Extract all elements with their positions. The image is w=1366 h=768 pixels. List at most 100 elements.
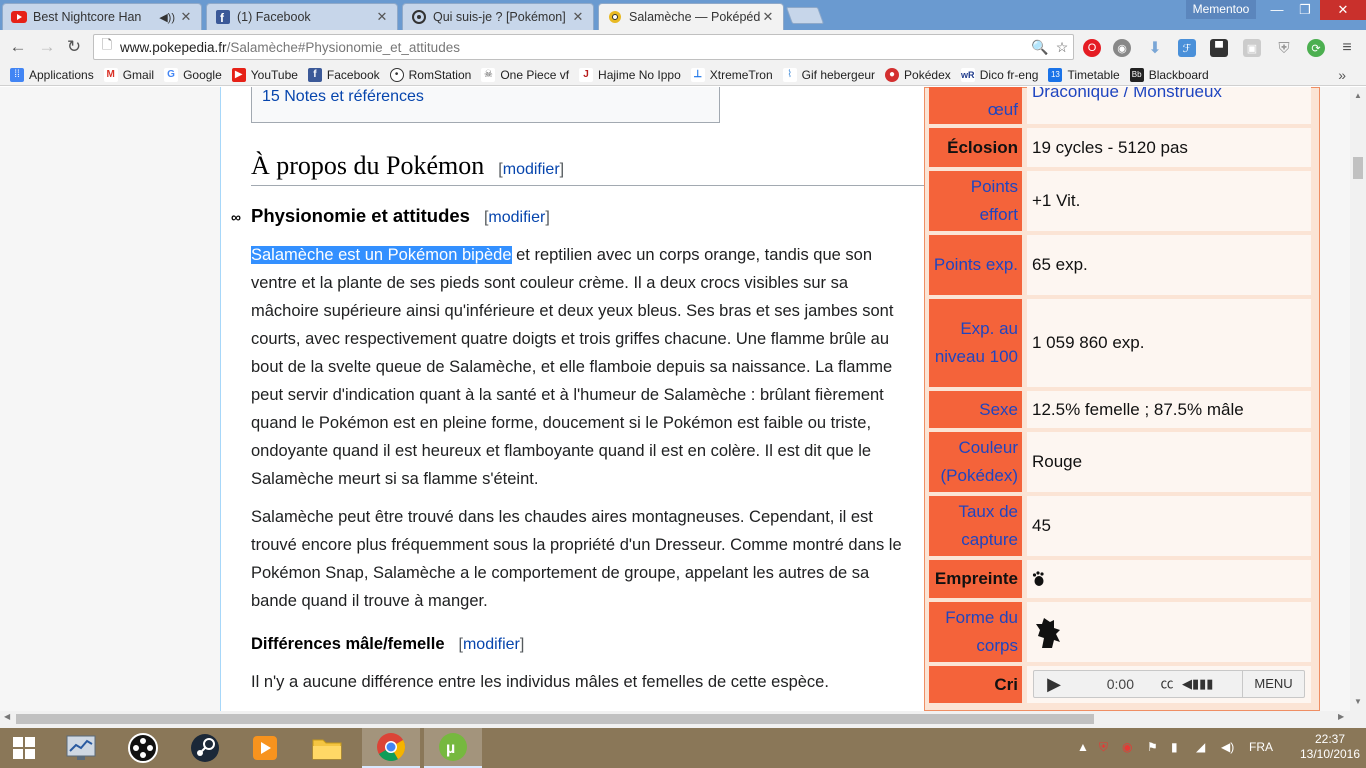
- bookmark-applications[interactable]: ⁞⁞ Applications: [10, 67, 94, 82]
- ippo-icon: J: [579, 67, 594, 82]
- url-text[interactable]: www.pokepedia.fr/Salamèche#Physionomie_e…: [120, 40, 1029, 55]
- image-extension-icon[interactable]: ▣: [1243, 39, 1261, 57]
- edit-section-link[interactable]: modifier: [503, 161, 560, 178]
- bookmark-gmail[interactable]: M Gmail: [103, 67, 154, 82]
- scroll-left-icon[interactable]: ◀: [4, 712, 10, 721]
- tab-quiz[interactable]: Qui suis-je ? [Pokémon] ✕: [402, 3, 594, 30]
- close-tab-icon[interactable]: ✕: [179, 9, 193, 25]
- captions-icon[interactable]: ㏄: [1152, 670, 1182, 698]
- bookmark-pokedex[interactable]: ● Pokédex: [885, 67, 951, 82]
- opera-extension-icon[interactable]: O: [1083, 39, 1101, 57]
- volume-tray-icon[interactable]: ◀): [1221, 740, 1234, 754]
- infobox-label[interactable]: œuf: [929, 87, 1022, 124]
- bookmark-google[interactable]: G Google: [164, 67, 222, 82]
- taskbar-monitor-app[interactable]: [52, 728, 110, 768]
- address-bar[interactable]: 🗋 www.pokepedia.fr/Salamèche#Physionomie…: [93, 34, 1074, 60]
- infobox-row-exp: Points exp. 65 exp.: [929, 235, 1313, 295]
- section-heading: À propos du Pokémon [modifier]: [251, 151, 926, 186]
- edit-subsection-link[interactable]: modifier: [488, 209, 545, 226]
- toc-item-notes[interactable]: 15 Notes et références: [262, 88, 424, 106]
- feed-extension-icon[interactable]: ℱ: [1178, 39, 1196, 57]
- zoom-search-icon[interactable]: 🔍: [1029, 39, 1051, 56]
- menu-icon[interactable]: ≡: [1338, 39, 1356, 57]
- egg-group-link[interactable]: Draconique / Monstrueux: [1032, 87, 1222, 106]
- horizontal-scrollbar[interactable]: ◀ ▶: [0, 711, 1350, 728]
- glasses-extension-icon[interactable]: ▀: [1210, 39, 1228, 57]
- tab-youtube[interactable]: Best Nightcore Han ◀)) ✕: [2, 3, 202, 30]
- language-indicator[interactable]: FRA: [1249, 740, 1273, 754]
- scroll-thumb[interactable]: [16, 714, 1094, 724]
- battery-icon[interactable]: ▮: [1171, 740, 1178, 754]
- globe-extension-icon[interactable]: ◉: [1113, 39, 1131, 57]
- close-tab-icon[interactable]: ✕: [375, 9, 389, 25]
- scroll-up-icon[interactable]: ▲: [1350, 91, 1366, 100]
- tray-app-icon[interactable]: ◉: [1122, 740, 1132, 754]
- reload-button[interactable]: ↻: [64, 37, 84, 57]
- bookmark-youtube[interactable]: ▶ YouTube: [231, 67, 298, 82]
- infobox-label[interactable]: Points exp.: [929, 235, 1022, 295]
- new-tab-button[interactable]: [785, 7, 825, 24]
- taskbar-media-player[interactable]: [236, 728, 294, 768]
- profile-button[interactable]: Mementoo: [1186, 0, 1256, 19]
- infobox-label[interactable]: Forme du corps: [929, 602, 1022, 662]
- infobox-row-capture: Taux de capture 45: [929, 496, 1313, 556]
- close-tab-icon[interactable]: ✕: [761, 9, 775, 25]
- speaker-icon[interactable]: ◀)): [159, 11, 175, 24]
- maximize-button[interactable]: ❐: [1290, 0, 1320, 20]
- tab-title: Qui suis-je ? [Pokémon]: [433, 10, 566, 24]
- chevron-right-icon[interactable]: »: [1338, 67, 1346, 83]
- link-anchor-icon[interactable]: ∞: [231, 209, 241, 225]
- infobox-label[interactable]: Taux de capture: [929, 496, 1022, 556]
- wifi-icon[interactable]: ◢: [1196, 740, 1205, 754]
- close-tab-icon[interactable]: ✕: [571, 9, 585, 25]
- taskbar-utorrent[interactable]: µ: [424, 728, 482, 768]
- bookmark-ippo[interactable]: J Hajime No Ippo: [579, 67, 681, 82]
- steam-icon: [191, 734, 219, 762]
- scroll-thumb[interactable]: [1353, 157, 1363, 179]
- start-button[interactable]: [0, 728, 48, 768]
- close-window-button[interactable]: ✕: [1320, 0, 1366, 20]
- bookmark-blackboard[interactable]: Bb Blackboard: [1129, 67, 1209, 82]
- sync-extension-icon[interactable]: ⟳: [1307, 39, 1325, 57]
- scroll-right-icon[interactable]: ▶: [1338, 712, 1344, 721]
- bookmark-xtremetron[interactable]: ⊥ XtremeTron: [690, 67, 773, 82]
- system-clock[interactable]: 22:37 13/10/2016: [1299, 732, 1361, 762]
- antivirus-icon[interactable]: ⛨: [1099, 740, 1108, 755]
- scroll-down-icon[interactable]: ▼: [1350, 697, 1366, 706]
- bookmark-facebook[interactable]: f Facebook: [307, 67, 380, 82]
- bookmark-gif[interactable]: ⌇ Gif hebergeur: [782, 67, 875, 82]
- vertical-scrollbar[interactable]: ▲ ▼: [1350, 87, 1366, 711]
- tab-pokepedia[interactable]: Salamèche — Poképédia ✕: [598, 3, 784, 30]
- edit-differences-link[interactable]: modifier: [463, 636, 520, 653]
- infobox-value: 12.5% femelle ; 87.5% mâle: [1027, 391, 1311, 428]
- minimize-button[interactable]: —: [1262, 0, 1292, 20]
- forward-button[interactable]: →: [37, 37, 57, 57]
- page-info-icon[interactable]: 🗋: [94, 36, 120, 58]
- shield-extension-icon[interactable]: ⛨: [1275, 39, 1293, 57]
- infobox-label[interactable]: Exp. au niveau 100: [929, 299, 1022, 387]
- bookmark-dico[interactable]: wR Dico fr-eng: [960, 67, 1038, 82]
- infobox-label[interactable]: Couleur (Pokédex): [929, 432, 1022, 492]
- taskbar-file-explorer[interactable]: [298, 728, 356, 768]
- paragraph-differences: Il n'y a aucune différence entre les ind…: [251, 673, 829, 691]
- back-button[interactable]: ←: [8, 37, 28, 57]
- download-extension-icon[interactable]: ⬇: [1146, 39, 1164, 57]
- bookmark-onepiece[interactable]: ☠ One Piece vf: [481, 67, 569, 82]
- bookmark-romstation[interactable]: • RomStation: [389, 67, 471, 82]
- xtremetron-icon: ⊥: [690, 67, 705, 82]
- taskbar-steam[interactable]: [176, 728, 234, 768]
- action-flag-icon[interactable]: ⚑: [1147, 740, 1158, 754]
- tab-facebook[interactable]: f (1) Facebook ✕: [206, 3, 398, 30]
- volume-icon[interactable]: ◀▮▮▮: [1182, 670, 1213, 698]
- taskbar-chrome[interactable]: [362, 728, 420, 768]
- media-player-icon: [253, 736, 277, 760]
- audio-menu-button[interactable]: MENU: [1242, 671, 1304, 697]
- tray-expand-icon[interactable]: ▲: [1077, 740, 1089, 754]
- infobox-label[interactable]: Sexe: [929, 391, 1022, 428]
- infobox-label[interactable]: Points effort: [929, 171, 1022, 231]
- infobox-label: Cri: [929, 666, 1022, 703]
- play-icon[interactable]: ▶: [1034, 670, 1074, 698]
- bookmark-timetable[interactable]: 13 Timetable: [1048, 67, 1120, 82]
- taskbar-gamepad-app[interactable]: [114, 728, 172, 768]
- bookmark-star-icon[interactable]: ☆: [1051, 39, 1073, 56]
